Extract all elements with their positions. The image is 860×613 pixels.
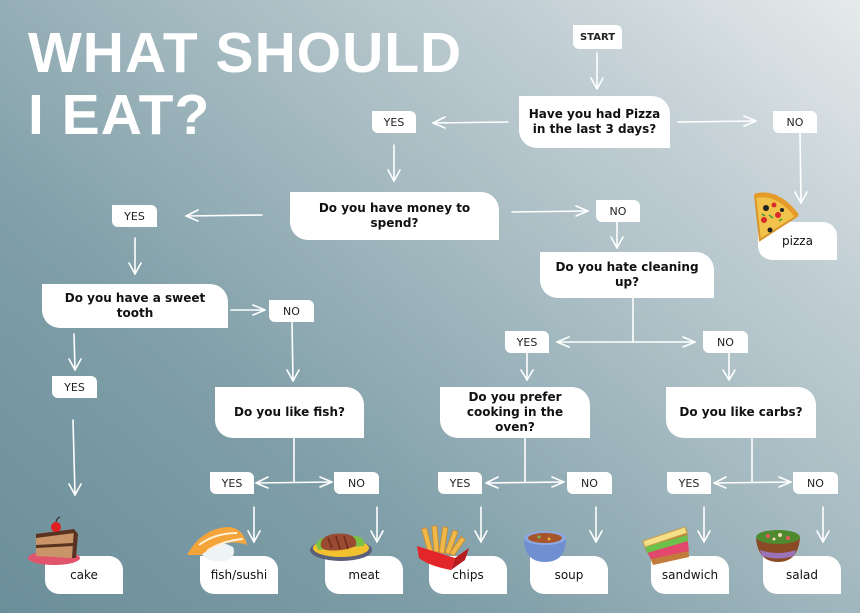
cake-icon <box>28 516 80 565</box>
arrow-no-to-cleaning <box>610 221 624 249</box>
answer-oven-no[interactable]: NO <box>567 472 612 494</box>
arrow-to-salad <box>816 506 830 543</box>
sandwich-icon <box>642 527 689 565</box>
answer-fish-no[interactable]: NO <box>334 472 379 494</box>
question-money[interactable]: Do you have money to spend? <box>290 192 499 240</box>
arrow-start-to-pizza-question <box>590 52 604 90</box>
answer-carbs-no[interactable]: NO <box>793 472 838 494</box>
arrow-to-soup <box>589 506 603 543</box>
answer-sweet-no[interactable]: NO <box>269 300 314 322</box>
salad-icon <box>756 530 800 562</box>
arrow-money-no <box>511 205 589 217</box>
answer-pizza-no[interactable]: NO <box>773 111 817 133</box>
question-carbs[interactable]: Do you like carbs? <box>666 387 816 438</box>
pizza-icon <box>753 192 799 242</box>
answer-cleaning-no[interactable]: NO <box>703 331 748 353</box>
arrow-pizza-yes <box>432 116 509 129</box>
arrow-fish-split <box>255 437 333 489</box>
start-node[interactable]: START <box>573 25 622 49</box>
arrow-yes-to-oven <box>520 351 534 381</box>
arrow-to-chips <box>474 506 488 543</box>
arrow-cleaning-split <box>556 297 696 348</box>
arrow-yes-to-money <box>387 144 401 182</box>
answer-money-yes[interactable]: YES <box>112 205 157 227</box>
arrow-pizza-no <box>677 115 757 127</box>
arrow-money-yes <box>185 209 263 222</box>
question-fish[interactable]: Do you like fish? <box>215 387 364 438</box>
question-sweet-tooth[interactable]: Do you have a sweet tooth <box>42 284 228 328</box>
answer-oven-yes[interactable]: YES <box>438 472 482 494</box>
arrow-sweet-no <box>230 304 266 316</box>
arrow-sweet-yes <box>68 333 82 371</box>
arrow-to-sushi <box>247 506 261 543</box>
arrow-carbs-split <box>713 437 792 489</box>
answer-fish-yes[interactable]: YES <box>210 472 254 494</box>
fries-icon <box>417 525 469 570</box>
answer-sweet-yes[interactable]: YES <box>52 376 97 398</box>
soup-icon <box>524 531 566 562</box>
arrow-yes-to-cake <box>68 419 82 496</box>
question-oven[interactable]: Do you prefer cooking in the oven? <box>440 387 590 438</box>
sushi-icon <box>187 527 247 562</box>
arrow-no-to-carbs <box>722 351 736 381</box>
arrow-yes-to-sweet <box>128 237 142 275</box>
answer-pizza-yes[interactable]: YES <box>372 111 416 133</box>
arrow-oven-split <box>485 437 565 489</box>
arrow-to-sandwich <box>697 506 711 543</box>
answer-money-no[interactable]: NO <box>596 200 640 222</box>
answer-carbs-yes[interactable]: YES <box>667 472 711 494</box>
steak-icon <box>310 533 372 561</box>
question-cleaning[interactable]: Do you hate cleaning up? <box>540 252 714 298</box>
answer-cleaning-yes[interactable]: YES <box>505 331 549 353</box>
arrow-no-to-fish <box>286 320 300 382</box>
question-pizza[interactable]: Have you had Pizza in the last 3 days? <box>519 96 670 148</box>
